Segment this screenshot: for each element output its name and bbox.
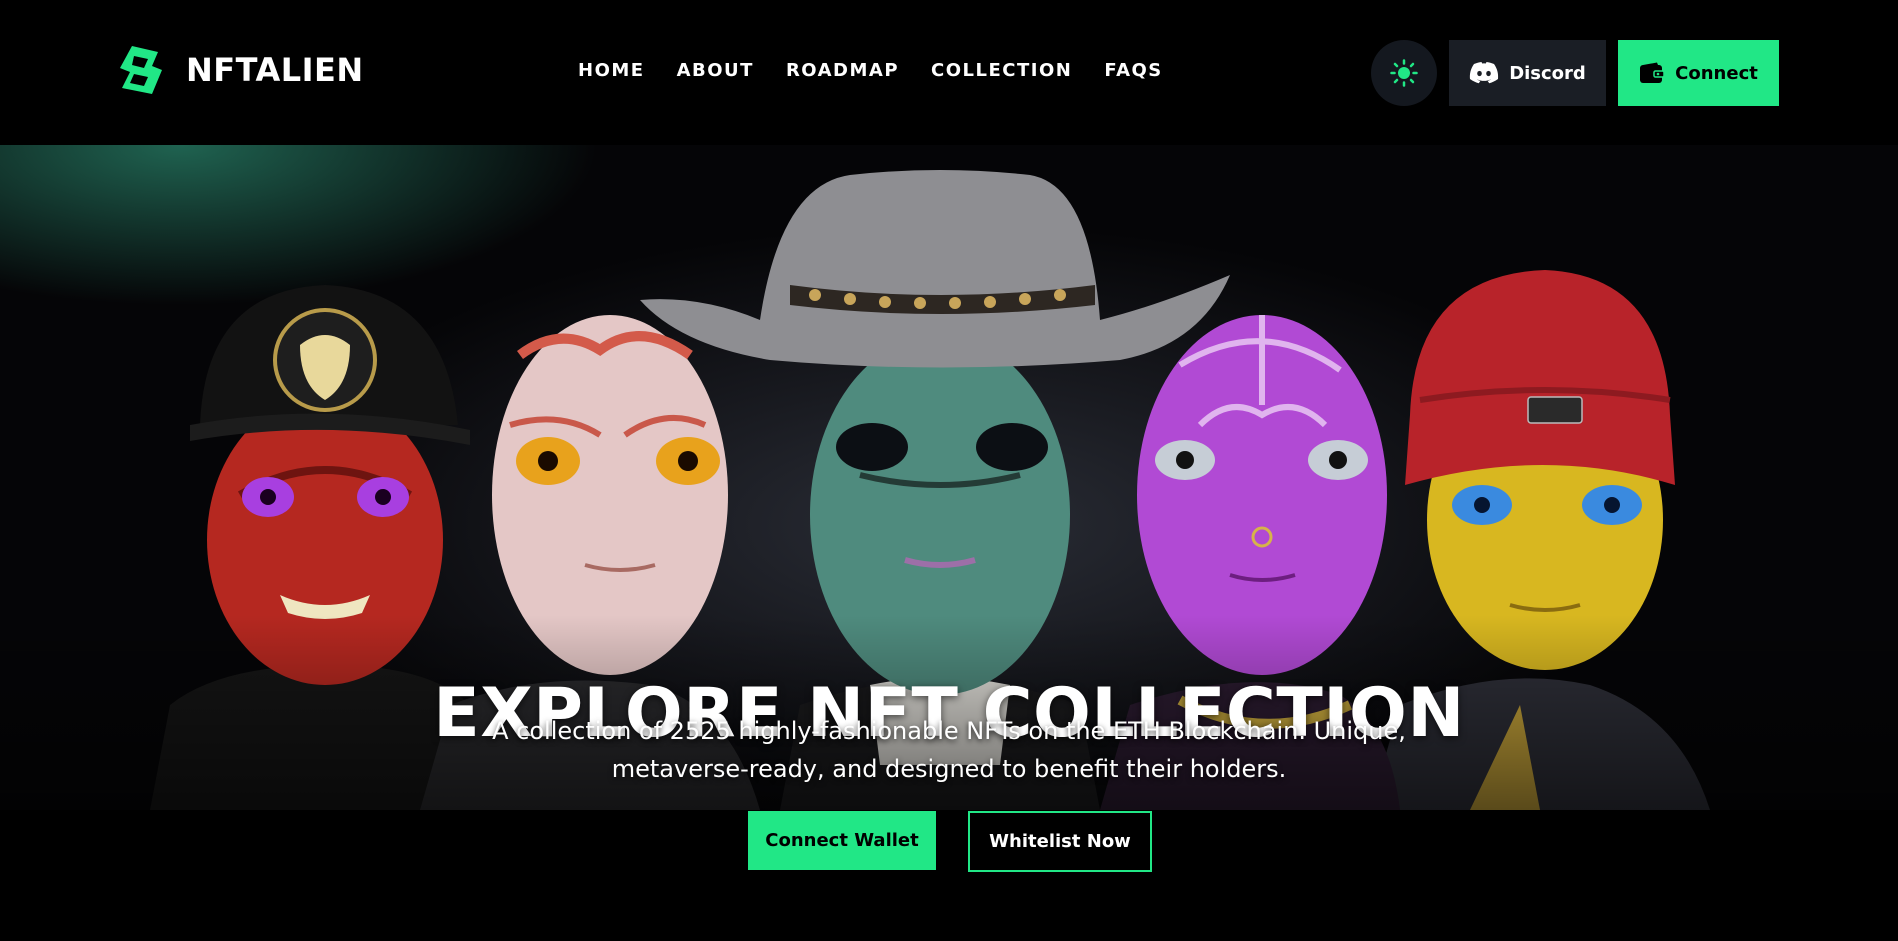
nav-roadmap[interactable]: ROADMAP bbox=[786, 60, 899, 81]
nav-collection[interactable]: COLLECTION bbox=[931, 60, 1072, 81]
wallet-icon bbox=[1640, 62, 1665, 83]
brand-name: NFTALIEN bbox=[186, 51, 364, 89]
nav-home[interactable]: HOME bbox=[578, 60, 645, 81]
sun-icon bbox=[1390, 59, 1418, 87]
main-nav: HOME ABOUT ROADMAP COLLECTION FAQS bbox=[578, 60, 1163, 81]
discord-button[interactable]: Discord bbox=[1449, 40, 1606, 106]
discord-label: Discord bbox=[1509, 62, 1586, 84]
nav-faqs[interactable]: FAQS bbox=[1104, 60, 1162, 81]
theme-toggle-button[interactable] bbox=[1371, 40, 1437, 106]
site-header: NFTALIEN HOME ABOUT ROADMAP COLLECTION F… bbox=[0, 0, 1898, 145]
nav-about[interactable]: ABOUT bbox=[677, 60, 754, 81]
bottom-strip bbox=[0, 870, 1898, 941]
connect-label: Connect bbox=[1675, 62, 1758, 84]
logo-icon bbox=[120, 46, 162, 94]
connect-button[interactable]: Connect bbox=[1618, 40, 1779, 106]
connect-wallet-button[interactable]: Connect Wallet bbox=[748, 811, 936, 870]
brand-logo[interactable]: NFTALIEN bbox=[118, 44, 364, 96]
whitelist-now-button[interactable]: Whitelist Now bbox=[968, 811, 1152, 872]
hero-subtitle: A collection of 2525 highly-fashionable … bbox=[492, 717, 1406, 783]
discord-icon bbox=[1470, 62, 1499, 84]
